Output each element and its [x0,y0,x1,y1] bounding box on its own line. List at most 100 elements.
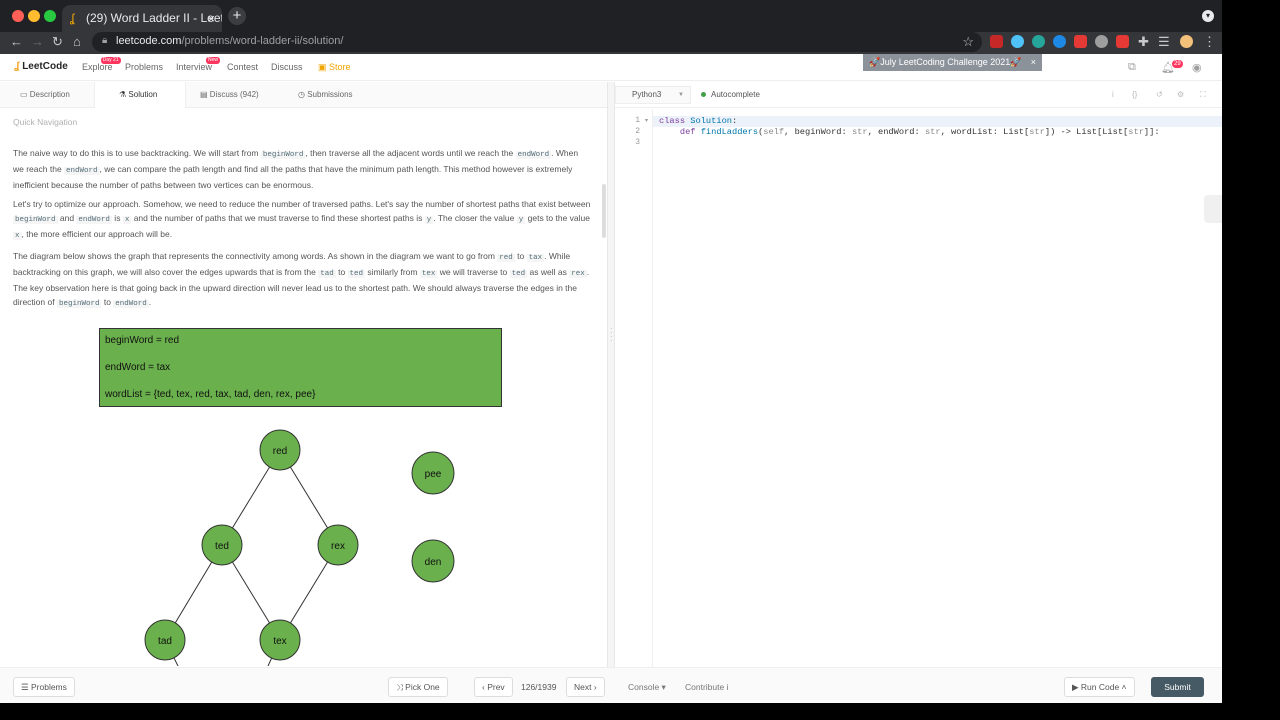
browser-tab[interactable]: ʆ (29) Word Ladder II - LeetCode × [62,5,222,32]
language-select[interactable]: Python3 ▼ [615,86,691,104]
prev-button[interactable]: ‹ Prev [474,677,513,697]
editor-toolbar: Python3 ▼ Autocomplete i {} ↺ ⚙ ⛶ [615,82,1222,108]
tab-discuss[interactable]: ▤ Discuss (942) [190,82,280,108]
reading-list-icon[interactable]: ☰ [1158,34,1170,50]
leetcode-navbar: ʆ LeetCode Explore Day 21 Problems Interv… [0,54,1222,81]
extension-icon[interactable] [1095,35,1108,48]
leetcode-logo[interactable]: ʆ LeetCode [14,61,68,72]
graph-edges [164,449,339,666]
info-icon[interactable]: i [1112,90,1114,99]
discuss-icon: ▤ [200,90,210,99]
user-avatar-icon[interactable]: ◉ [1192,61,1202,74]
shuffle-icon: ⤨ [396,682,406,692]
description-icon: ▭ [20,90,30,99]
node-label-rex: rex [331,541,345,552]
code-line-1[interactable]: class Solution: [659,116,737,126]
node-label-red: red [273,446,287,457]
line-number: 3 [635,138,640,147]
fullscreen-icon[interactable]: ⛶ [1200,90,1206,100]
nav-store[interactable]: ▣ Store [318,62,351,73]
graph-labels: red ted rex tad tex pee den [158,446,442,647]
play-icon: ▶ [1072,682,1081,692]
tab-solution[interactable]: ⚗ Solution [94,82,186,108]
problems-list-button[interactable]: ☰ Problems [13,677,75,697]
tab-strip: ʆ (29) Word Ladder II - LeetCode × + ▾ [0,0,1222,32]
puzzle-icon[interactable]: ✚ [1138,34,1149,50]
new-tab-button[interactable]: + [228,7,246,25]
run-code-button[interactable]: ▶ Run Code ˄ [1064,677,1135,697]
extension-icon[interactable] [1032,35,1045,48]
nav-discuss[interactable]: Discuss [271,62,303,72]
nav-interview[interactable]: Interview New [176,57,221,72]
line-number: 1 [635,116,640,125]
reload-icon[interactable]: ↻ [52,34,63,50]
extension-icon[interactable] [1074,35,1087,48]
node-label-tex: tex [273,636,286,647]
code-line-2[interactable]: def findLadders(self, beginWord: str, en… [659,127,1160,137]
close-tab-icon[interactable]: × [207,5,215,32]
tab-title: (29) Word Ladder II - LeetCode [86,11,222,25]
begin-word-line: beginWord = red [105,335,180,346]
tab-submissions[interactable]: ◷ Submissions [288,82,378,108]
playground-icon[interactable]: ⧉ [1128,61,1136,74]
maximize-window-button[interactable] [44,10,56,22]
minimize-window-button[interactable] [28,10,40,22]
word-graph-diagram: red ted rex tad tex pee den [144,429,455,666]
window-menu-icon[interactable]: ▾ [1202,10,1214,22]
braces-icon[interactable]: {} [1132,90,1137,99]
settings-icon[interactable]: ⚙ [1177,90,1184,99]
address-bar[interactable]: 🔒︎ leetcode.com/problems/word-ladder-ii/… [92,32,982,52]
home-icon[interactable]: ⌂ [73,34,81,49]
extension-icon[interactable] [1116,35,1129,48]
fold-arrow-icon[interactable]: ▾ [645,117,648,124]
chevron-up-icon: ˄ [1119,682,1127,692]
solution-icon: ⚗ [119,90,129,99]
line-gutter: 1 ▾ 2 3 [615,109,653,667]
graph-nodes [144,429,455,661]
nav-problems[interactable]: Problems [125,62,163,72]
info-icon: i [724,682,729,692]
problem-counter: 126/1939 [521,682,557,692]
reset-icon[interactable]: ↺ [1156,90,1163,99]
forward-icon[interactable]: → [31,34,44,49]
url-text: leetcode.com/problems/word-ladder-ii/sol… [116,35,344,47]
drag-handle-icon[interactable]: · · · · [610,325,613,345]
contribute-button[interactable]: Contribute i [685,682,728,692]
extension-icon[interactable] [1053,35,1066,48]
editor-side-handle[interactable] [1204,195,1222,223]
paragraph-diagram: The diagram below shows the graph that r… [13,251,590,308]
content-scrollbar[interactable] [602,184,606,238]
console-button[interactable]: Console ▾ [628,682,666,693]
autocomplete-toggle[interactable]: Autocomplete [701,90,760,99]
pick-one-button[interactable]: ⤨ Pick One [388,677,448,697]
node-label-ted: ted [215,541,229,552]
submit-button[interactable]: Submit [1151,677,1204,697]
profile-avatar[interactable] [1180,35,1193,48]
kebab-menu-icon[interactable]: ⋮ [1203,34,1216,50]
line-number: 2 [635,127,640,136]
close-banner-icon[interactable]: × [1031,54,1036,71]
next-button[interactable]: Next › [566,677,605,697]
chevron-down-icon: ▼ [678,92,684,98]
back-icon[interactable]: ← [10,34,23,49]
quick-navigation[interactable]: Quick Navigation [13,117,77,127]
nav-contest[interactable]: Contest [227,62,258,72]
node-label-tad: tad [158,636,172,647]
active-line-highlight [653,116,1222,127]
pane-resizer[interactable]: · · · · [607,82,615,667]
code-editor[interactable]: 1 ▾ 2 3 class Solution: def findLadders(… [615,109,1222,667]
submissions-icon: ◷ [298,90,308,99]
challenge-banner[interactable]: 🚀July LeetCoding Challenge 2021🚀 × [863,54,1042,71]
tab-description[interactable]: ▭ Description [0,82,94,108]
extension-icon[interactable] [990,35,1003,48]
status-dot [701,92,706,97]
problem-tabs: ▭ Description ⚗ Solution ▤ Discuss (942)… [0,82,607,108]
solution-content: Quick Navigation The naive way to do thi… [0,109,607,666]
notification-count: 29 [1172,60,1183,68]
lock-icon[interactable]: 🔒︎ [102,35,107,46]
browser-window: ʆ (29) Word Ladder II - LeetCode × + ▾ ←… [0,0,1222,703]
extension-icon[interactable] [1011,35,1024,48]
close-window-button[interactable] [12,10,24,22]
bookmark-star-icon[interactable]: ☆ [962,34,974,50]
nav-explore[interactable]: Explore Day 21 [82,57,121,72]
